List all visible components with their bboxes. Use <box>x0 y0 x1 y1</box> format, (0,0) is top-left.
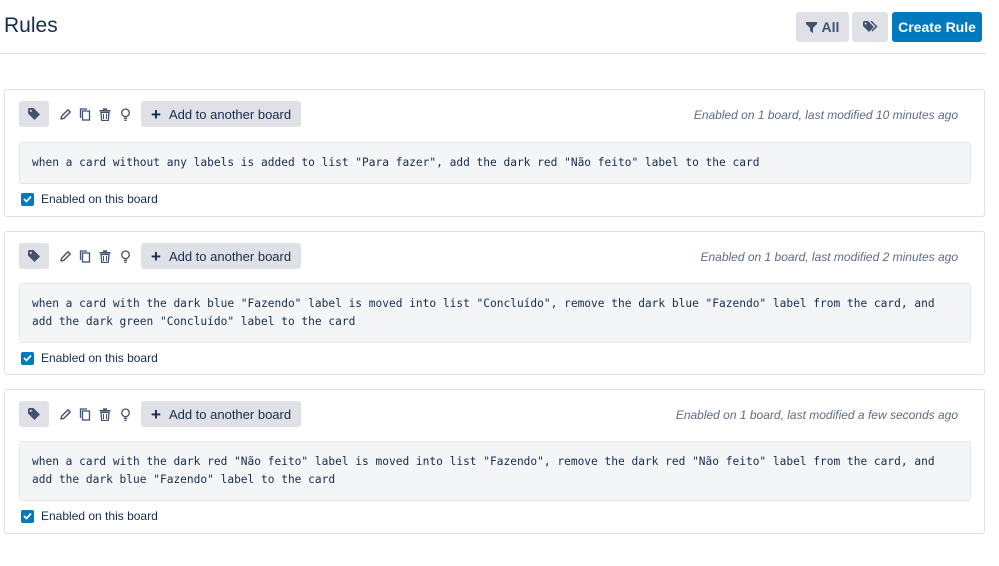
lightbulb-button[interactable] <box>115 243 135 269</box>
tags-icon <box>862 21 877 32</box>
pencil-button[interactable] <box>55 401 75 427</box>
add-to-another-board-button[interactable]: + Add to another board <box>141 243 302 269</box>
copy-icon <box>79 107 91 121</box>
labels-filter-button[interactable] <box>852 12 888 42</box>
enabled-label: Enabled on this board <box>41 192 158 206</box>
trash-button[interactable] <box>95 101 115 127</box>
enabled-label: Enabled on this board <box>41 509 158 523</box>
rule-meta: Enabled on 1 board, last modified 10 min… <box>693 108 958 122</box>
rule-meta: Enabled on 1 board, last modified 2 minu… <box>700 250 958 264</box>
add-board-label: Add to another board <box>168 106 292 122</box>
copy-button[interactable] <box>75 401 95 427</box>
check-icon <box>23 512 32 520</box>
pencil-icon <box>59 408 72 421</box>
plus-icon: + <box>151 404 161 424</box>
tag-icon <box>28 250 40 262</box>
rule-label-button[interactable] <box>19 401 49 427</box>
rule-meta: Enabled on 1 board, last modified a few … <box>675 408 958 422</box>
add-to-another-board-button[interactable]: + Add to another board <box>141 401 302 427</box>
enabled-row[interactable]: Enabled on this board <box>21 351 158 365</box>
lightbulb-button[interactable] <box>115 401 135 427</box>
lightbulb-button[interactable] <box>115 101 135 127</box>
check-icon <box>23 354 32 362</box>
pencil-button[interactable] <box>55 101 75 127</box>
add-board-label: Add to another board <box>168 248 292 264</box>
enabled-checkbox[interactable] <box>21 192 34 206</box>
enabled-row[interactable]: Enabled on this board <box>21 509 158 523</box>
filter-label: All <box>821 19 840 35</box>
tag-icon <box>28 408 40 420</box>
trash-button[interactable] <box>95 401 115 427</box>
lightbulb-icon <box>120 107 131 121</box>
enabled-row[interactable]: Enabled on this board <box>21 192 158 206</box>
rule-description: when a card without any labels is added … <box>19 142 971 184</box>
lightbulb-icon <box>120 249 131 263</box>
add-board-label: Add to another board <box>168 406 292 422</box>
create-rule-button[interactable]: Create Rule <box>892 12 982 42</box>
enabled-checkbox[interactable] <box>21 351 34 365</box>
rule-toolbar: + Add to another board <box>19 243 302 269</box>
copy-icon <box>79 249 91 263</box>
rule-card: + Add to another board Enabled on 1 board,… <box>4 389 985 534</box>
trash-icon <box>99 407 111 421</box>
plus-icon: + <box>151 246 161 266</box>
lightbulb-icon <box>120 407 131 421</box>
enabled-checkbox[interactable] <box>21 509 34 523</box>
copy-button[interactable] <box>75 243 95 269</box>
enabled-label: Enabled on this board <box>41 351 158 365</box>
rule-label-button[interactable] <box>19 101 49 127</box>
pencil-button[interactable] <box>55 243 75 269</box>
rule-card: + Add to another board Enabled on 1 board,… <box>4 231 985 375</box>
filter-icon <box>805 21 817 33</box>
page-title: Rules <box>4 14 58 37</box>
rules-header: Rules All Create Rule <box>0 0 986 54</box>
copy-button[interactable] <box>75 101 95 127</box>
pencil-icon <box>59 250 72 263</box>
trash-button[interactable] <box>95 243 115 269</box>
trash-icon <box>99 249 111 263</box>
rule-label-button[interactable] <box>19 243 49 269</box>
pencil-icon <box>59 108 72 121</box>
add-to-another-board-button[interactable]: + Add to another board <box>141 101 302 127</box>
rule-toolbar: + Add to another board <box>19 401 302 427</box>
trash-icon <box>99 107 111 121</box>
tag-icon <box>28 108 40 120</box>
plus-icon: + <box>151 104 161 124</box>
copy-icon <box>79 407 91 421</box>
filter-button[interactable]: All <box>796 12 849 42</box>
rule-toolbar: + Add to another board <box>19 101 302 127</box>
rule-description: when a card with the dark red "Não feito… <box>19 441 971 501</box>
rule-card: + Add to another board Enabled on 1 board,… <box>4 89 985 217</box>
check-icon <box>23 195 32 203</box>
rule-description: when a card with the dark blue "Fazendo"… <box>19 283 971 343</box>
